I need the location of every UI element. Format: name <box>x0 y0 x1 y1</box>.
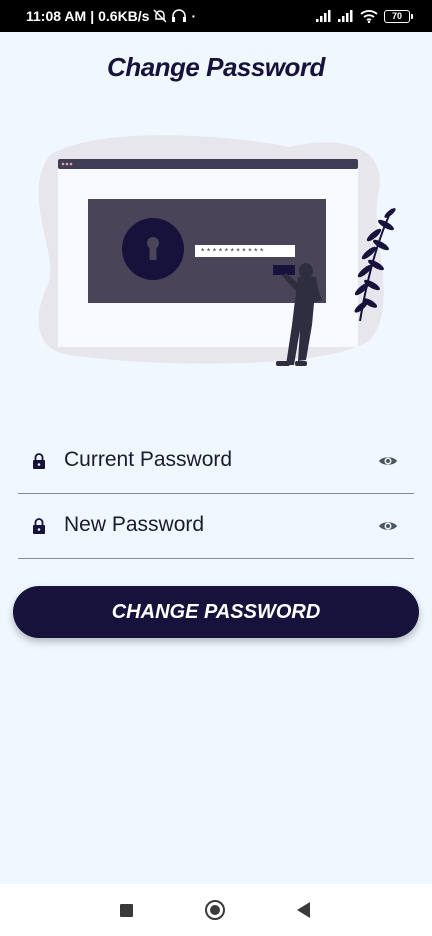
mute-bell-icon <box>153 9 167 23</box>
security-illustration: *********** <box>38 135 396 366</box>
change-password-button[interactable]: CHANGE PASSWORD <box>13 586 419 638</box>
home-button[interactable] <box>205 900 225 920</box>
headphones-icon <box>172 9 187 22</box>
new-password-field[interactable]: New Password <box>18 494 414 559</box>
recents-button[interactable] <box>120 904 133 917</box>
lock-icon <box>33 453 45 469</box>
status-dot: · <box>191 8 197 24</box>
eye-icon[interactable] <box>378 519 398 533</box>
illustration-button <box>273 265 295 275</box>
current-password-field[interactable]: Current Password <box>18 429 414 494</box>
wifi-icon <box>360 10 378 23</box>
signal-icon <box>316 10 331 22</box>
status-time: 11:08 AM <box>26 8 87 24</box>
status-divider: | <box>90 8 95 24</box>
new-password-label: New Password <box>64 513 205 536</box>
battery-icon: 70 <box>384 9 413 23</box>
back-button[interactable] <box>297 902 310 918</box>
status-speed: 0.6KB/s <box>98 8 150 24</box>
current-password-label: Current Password <box>64 448 233 471</box>
status-left: 11:08 AM | 0.6KB/s · <box>26 8 196 24</box>
browser-titlebar <box>58 159 358 169</box>
status-right: 70 <box>316 9 413 23</box>
status-bar: 11:08 AM | 0.6KB/s · 70 <box>0 0 432 32</box>
page-title: Change Password <box>107 52 325 82</box>
illustration-password-mask: *********** <box>200 248 265 258</box>
signal-icon-2 <box>338 10 353 22</box>
lock-icon <box>33 518 45 534</box>
eye-icon[interactable] <box>378 454 398 468</box>
navigation-bar <box>0 884 432 936</box>
